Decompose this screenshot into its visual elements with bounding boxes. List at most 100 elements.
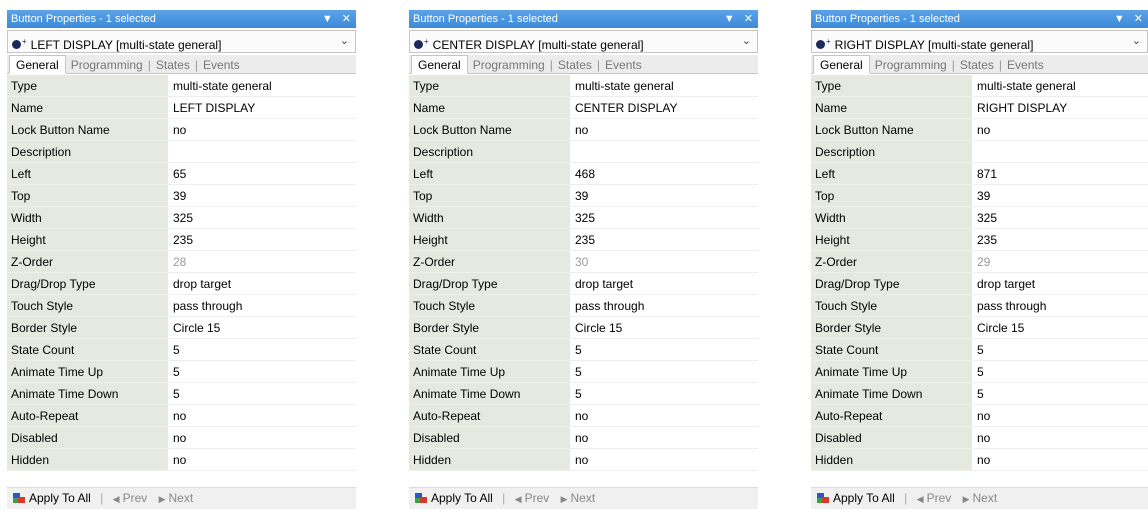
- tab-general[interactable]: General: [813, 55, 870, 74]
- property-value[interactable]: no: [972, 449, 1148, 471]
- property-row[interactable]: Name LEFT DISPLAY: [7, 97, 356, 119]
- property-value[interactable]: 30: [570, 251, 758, 273]
- property-row[interactable]: Width 325: [7, 207, 356, 229]
- property-row[interactable]: Hidden no: [7, 449, 356, 471]
- property-value[interactable]: 5: [570, 361, 758, 383]
- property-row[interactable]: Auto-Repeat no: [7, 405, 356, 427]
- property-value[interactable]: 5: [570, 383, 758, 405]
- next-button[interactable]: ▶ Next: [963, 491, 998, 505]
- property-value[interactable]: 39: [168, 185, 356, 207]
- property-row[interactable]: Description: [409, 141, 758, 163]
- dropdown-arrow-icon[interactable]: ▼: [724, 13, 735, 25]
- property-value[interactable]: LEFT DISPLAY: [168, 97, 356, 119]
- property-value[interactable]: 235: [972, 229, 1148, 251]
- property-row[interactable]: Z-Order 28: [7, 251, 356, 273]
- property-value[interactable]: no: [972, 427, 1148, 449]
- object-selector[interactable]: + RIGHT DISPLAY [multi-state general] ⌄: [811, 30, 1148, 53]
- property-row[interactable]: Lock Button Name no: [409, 119, 758, 141]
- property-row[interactable]: Hidden no: [409, 449, 758, 471]
- tab-events[interactable]: Events: [600, 56, 647, 74]
- tab-general[interactable]: General: [411, 55, 468, 74]
- property-value[interactable]: Circle 15: [972, 317, 1148, 339]
- close-icon[interactable]: ✕: [1134, 13, 1143, 25]
- property-row[interactable]: Left 65: [7, 163, 356, 185]
- property-row[interactable]: Z-Order 30: [409, 251, 758, 273]
- property-value[interactable]: 28: [168, 251, 356, 273]
- property-value[interactable]: multi-state general: [570, 75, 758, 97]
- apply-to-all-button[interactable]: Apply To All: [415, 491, 493, 505]
- property-value[interactable]: no: [570, 119, 758, 141]
- property-row[interactable]: Width 325: [811, 207, 1148, 229]
- property-value[interactable]: no: [972, 119, 1148, 141]
- property-value[interactable]: no: [570, 449, 758, 471]
- property-row[interactable]: Touch Style pass through: [7, 295, 356, 317]
- property-value[interactable]: 39: [972, 185, 1148, 207]
- prev-button[interactable]: ◀ Prev: [917, 491, 952, 505]
- property-row[interactable]: Top 39: [811, 185, 1148, 207]
- property-value[interactable]: [570, 141, 758, 163]
- property-value[interactable]: 5: [168, 339, 356, 361]
- property-value[interactable]: 871: [972, 163, 1148, 185]
- object-selector[interactable]: + CENTER DISPLAY [multi-state general] ⌄: [409, 30, 758, 53]
- property-row[interactable]: Lock Button Name no: [811, 119, 1148, 141]
- panel-titlebar[interactable]: Button Properties - 1 selected ▼ ✕: [7, 10, 356, 28]
- property-value[interactable]: 235: [168, 229, 356, 251]
- property-row[interactable]: Animate Time Down 5: [409, 383, 758, 405]
- property-value[interactable]: 39: [570, 185, 758, 207]
- property-value[interactable]: multi-state general: [168, 75, 356, 97]
- next-button[interactable]: ▶ Next: [159, 491, 194, 505]
- property-row[interactable]: Border Style Circle 15: [7, 317, 356, 339]
- tab-programming[interactable]: Programming: [66, 56, 148, 74]
- property-row[interactable]: Name RIGHT DISPLAY: [811, 97, 1148, 119]
- tab-programming[interactable]: Programming: [468, 56, 550, 74]
- property-row[interactable]: Touch Style pass through: [409, 295, 758, 317]
- property-row[interactable]: Auto-Repeat no: [409, 405, 758, 427]
- property-value[interactable]: 468: [570, 163, 758, 185]
- property-value[interactable]: Circle 15: [168, 317, 356, 339]
- property-value[interactable]: no: [168, 119, 356, 141]
- tab-states[interactable]: States: [151, 56, 195, 74]
- property-value[interactable]: pass through: [168, 295, 356, 317]
- property-row[interactable]: Z-Order 29: [811, 251, 1148, 273]
- tab-states[interactable]: States: [955, 56, 999, 74]
- property-row[interactable]: Drag/Drop Type drop target: [409, 273, 758, 295]
- property-row[interactable]: Name CENTER DISPLAY: [409, 97, 758, 119]
- chevron-down-icon[interactable]: ⌄: [742, 31, 751, 52]
- tab-events[interactable]: Events: [198, 56, 245, 74]
- property-value[interactable]: 65: [168, 163, 356, 185]
- object-selector[interactable]: + LEFT DISPLAY [multi-state general] ⌄: [7, 30, 356, 53]
- panel-titlebar[interactable]: Button Properties - 1 selected ▼ ✕: [409, 10, 758, 28]
- property-value[interactable]: 5: [168, 383, 356, 405]
- property-row[interactable]: Disabled no: [811, 427, 1148, 449]
- property-value[interactable]: 5: [168, 361, 356, 383]
- property-value[interactable]: drop target: [570, 273, 758, 295]
- property-value[interactable]: no: [168, 427, 356, 449]
- property-row[interactable]: Height 235: [409, 229, 758, 251]
- property-row[interactable]: Touch Style pass through: [811, 295, 1148, 317]
- property-value[interactable]: no: [168, 449, 356, 471]
- tab-events[interactable]: Events: [1002, 56, 1049, 74]
- property-row[interactable]: Type multi-state general: [409, 75, 758, 97]
- property-row[interactable]: Drag/Drop Type drop target: [811, 273, 1148, 295]
- property-row[interactable]: Animate Time Up 5: [7, 361, 356, 383]
- property-value[interactable]: [972, 141, 1148, 163]
- property-row[interactable]: Animate Time Up 5: [409, 361, 758, 383]
- property-value[interactable]: no: [570, 405, 758, 427]
- next-button[interactable]: ▶ Next: [561, 491, 596, 505]
- property-row[interactable]: Animate Time Down 5: [7, 383, 356, 405]
- property-row[interactable]: State Count 5: [7, 339, 356, 361]
- property-value[interactable]: 325: [972, 207, 1148, 229]
- property-row[interactable]: Height 235: [7, 229, 356, 251]
- property-row[interactable]: Disabled no: [409, 427, 758, 449]
- property-value[interactable]: no: [570, 427, 758, 449]
- property-value[interactable]: 5: [570, 339, 758, 361]
- property-row[interactable]: Height 235: [811, 229, 1148, 251]
- property-row[interactable]: Width 325: [409, 207, 758, 229]
- property-row[interactable]: Animate Time Up 5: [811, 361, 1148, 383]
- apply-to-all-button[interactable]: Apply To All: [817, 491, 895, 505]
- property-value[interactable]: drop target: [168, 273, 356, 295]
- property-value[interactable]: [168, 141, 356, 163]
- dropdown-arrow-icon[interactable]: ▼: [1114, 13, 1125, 25]
- property-value[interactable]: 5: [972, 339, 1148, 361]
- property-value[interactable]: drop target: [972, 273, 1148, 295]
